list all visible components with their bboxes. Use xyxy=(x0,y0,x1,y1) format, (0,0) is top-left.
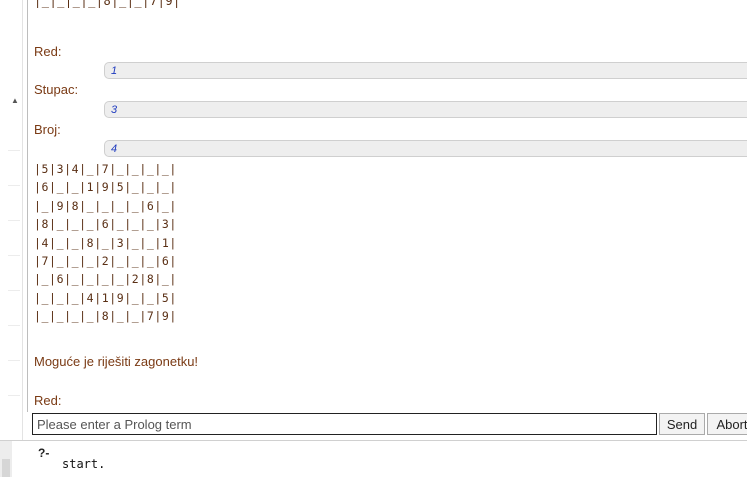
answer-field-broj: 4 xyxy=(104,140,747,157)
board-row: |7|_|_|_|2|_|_|_|6| xyxy=(34,254,177,269)
editor-scrollbar[interactable] xyxy=(2,459,10,477)
answer-field-stupac: 3 xyxy=(104,101,747,118)
board-row: |_|9|8|_|_|_|_|6|_| xyxy=(34,198,177,213)
board-row: |8|_|_|_|6|_|_|_|3| xyxy=(34,217,177,232)
gutter-tick xyxy=(8,255,20,256)
editor-gutter xyxy=(0,441,12,477)
gutter-tick xyxy=(8,185,20,186)
query-editor[interactable]: ?- start. xyxy=(0,440,747,477)
output-border xyxy=(27,0,28,412)
gutter-tick xyxy=(8,150,20,151)
query-text[interactable]: start. xyxy=(62,457,105,471)
board-row: |_|_|_|4|1|9|_|_|5| xyxy=(34,290,177,305)
prompt-label-red-next: Red: xyxy=(34,393,62,408)
term-input-row: Send Abort xyxy=(32,413,747,437)
gutter-tick xyxy=(8,325,20,326)
board-row-partial: |_|_|_|_|8|_|_|7|9| xyxy=(34,0,181,8)
query-output: |_|_|_|_|8|_|_|7|9| Red: 1 Stupac: 3 Bro… xyxy=(32,0,747,412)
query-prompt: ?- xyxy=(38,446,50,460)
board-row: |4|_|_|8|_|3|_|_|1| xyxy=(34,235,177,250)
gutter-tick xyxy=(8,220,20,221)
sudoku-board: |5|3|4|_|7|_|_|_|_| |6|_|_|1|9|5|_|_|_| … xyxy=(34,160,177,326)
scroll-up-icon[interactable]: ▲ xyxy=(11,96,19,105)
prompt-label-red: Red: xyxy=(34,44,62,59)
gutter-tick xyxy=(8,395,20,396)
prolog-term-input[interactable] xyxy=(32,413,657,435)
result-message: Moguće je riješiti zagonetku! xyxy=(34,354,199,369)
board-row: |_|_|_|_|8|_|_|7|9| xyxy=(34,309,177,324)
prompt-label-broj: Broj: xyxy=(34,122,61,137)
answer-field-red: 1 xyxy=(104,62,747,79)
prompt-label-stupac: Stupac: xyxy=(34,82,79,97)
board-row: |_|6|_|_|_|_|2|8|_| xyxy=(34,272,177,287)
gutter-tick xyxy=(8,290,20,291)
abort-button[interactable]: Abort xyxy=(707,413,747,435)
gutter-tick xyxy=(8,360,20,361)
board-row: |5|3|4|_|7|_|_|_|_| xyxy=(34,162,177,176)
send-button[interactable]: Send xyxy=(659,413,705,435)
board-row: |6|_|_|1|9|5|_|_|_| xyxy=(34,180,177,195)
left-gutter: ▲ xyxy=(0,0,23,440)
